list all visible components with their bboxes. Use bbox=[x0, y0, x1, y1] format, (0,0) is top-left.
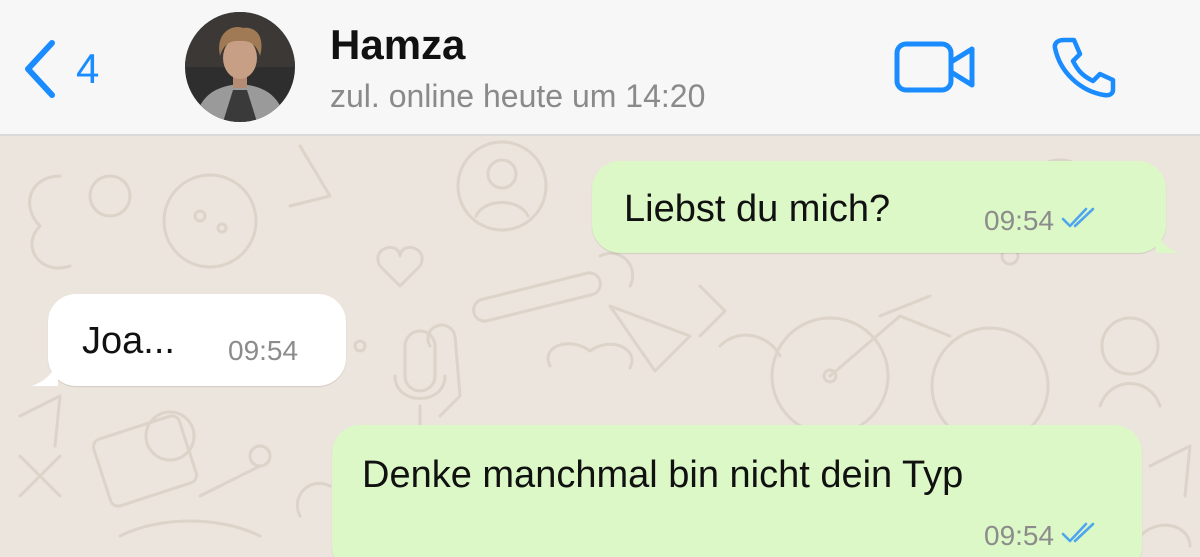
last-seen-status: zul. online heute um 14:20 bbox=[330, 78, 706, 114]
message-time: 09:54 bbox=[984, 519, 1055, 551]
video-camera-icon bbox=[893, 41, 977, 98]
message-text: Liebst du mich? bbox=[624, 188, 891, 230]
video-call-button[interactable] bbox=[893, 40, 977, 94]
chat-area[interactable]: Liebst du mich? 09:54 Joa... 09:54 Denke… bbox=[0, 136, 1200, 557]
double-check-read-icon bbox=[1060, 206, 1098, 235]
bubble-tail bbox=[32, 356, 58, 386]
contact-name[interactable]: Hamza bbox=[330, 24, 465, 66]
message-bubble-outgoing[interactable]: Denke manchmal bin nicht dein Typ 09:54 bbox=[332, 425, 1142, 557]
chat-header: 4 Hamza zul. online heute um 14:20 bbox=[0, 0, 1200, 136]
message-meta: 09:54 bbox=[228, 337, 298, 365]
message-bubble-incoming[interactable]: Joa... 09:54 bbox=[32, 294, 346, 386]
chevron-left-icon bbox=[22, 37, 58, 101]
message-text: Joa... bbox=[82, 320, 175, 362]
message-time: 09:54 bbox=[984, 204, 1055, 236]
message-time: 09:54 bbox=[228, 335, 299, 366]
unread-count: 4 bbox=[76, 45, 100, 92]
message-text: Denke manchmal bin nicht dein Typ bbox=[362, 454, 964, 496]
back-button[interactable]: 4 bbox=[22, 36, 99, 102]
message-meta: 09:54 bbox=[984, 521, 1098, 550]
message-meta: 09:54 bbox=[984, 206, 1098, 235]
voice-call-button[interactable] bbox=[1050, 36, 1116, 98]
message-bubble-outgoing[interactable]: Liebst du mich? 09:54 bbox=[592, 161, 1180, 253]
bubble-tail bbox=[1156, 225, 1180, 253]
double-check-read-icon bbox=[1060, 521, 1098, 550]
phone-icon bbox=[1050, 37, 1116, 102]
avatar[interactable] bbox=[185, 12, 295, 122]
